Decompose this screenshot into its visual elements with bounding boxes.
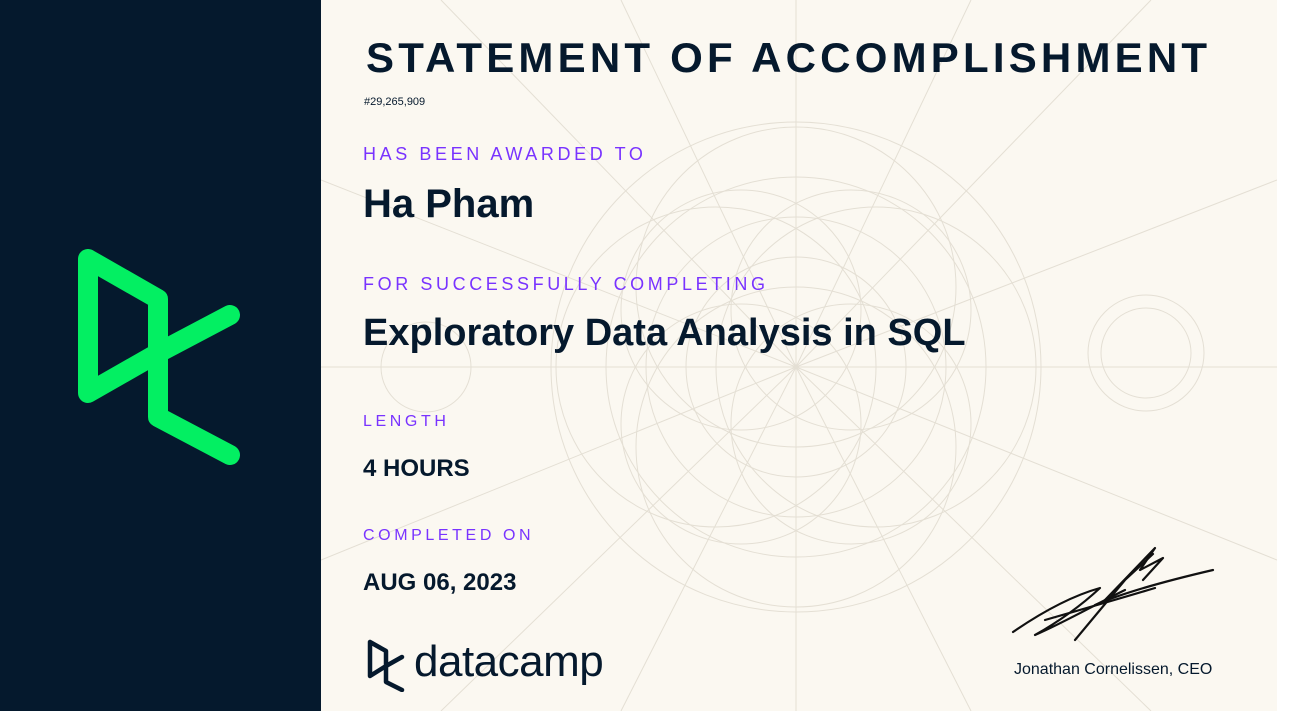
length-label: LENGTH [363, 413, 450, 430]
right-edge [1277, 0, 1292, 711]
recipient-name: Ha Pham [363, 182, 535, 226]
ceo-signature [1011, 546, 1215, 642]
completing-label: FOR SUCCESSFULLY COMPLETING [363, 274, 769, 294]
left-panel [0, 0, 321, 711]
length-value: 4 HOURS [363, 455, 470, 482]
certificate: STATEMENT OF ACCOMPLISHMENT #29,265,909 … [0, 0, 1292, 711]
certificate-title: STATEMENT OF ACCOMPLISHMENT [366, 34, 1212, 81]
completed-date: AUG 06, 2023 [363, 569, 517, 596]
datacamp-large-logo-icon [78, 249, 240, 465]
brand-name: datacamp [414, 637, 604, 686]
certificate-id: #29,265,909 [364, 96, 426, 108]
signer-name: Jonathan Cornelissen, CEO [1014, 661, 1213, 678]
completed-label: COMPLETED ON [363, 527, 535, 544]
course-title: Exploratory Data Analysis in SQL [363, 312, 966, 354]
awarded-label: HAS BEEN AWARDED TO [363, 144, 647, 164]
datacamp-logo-icon [367, 639, 405, 692]
